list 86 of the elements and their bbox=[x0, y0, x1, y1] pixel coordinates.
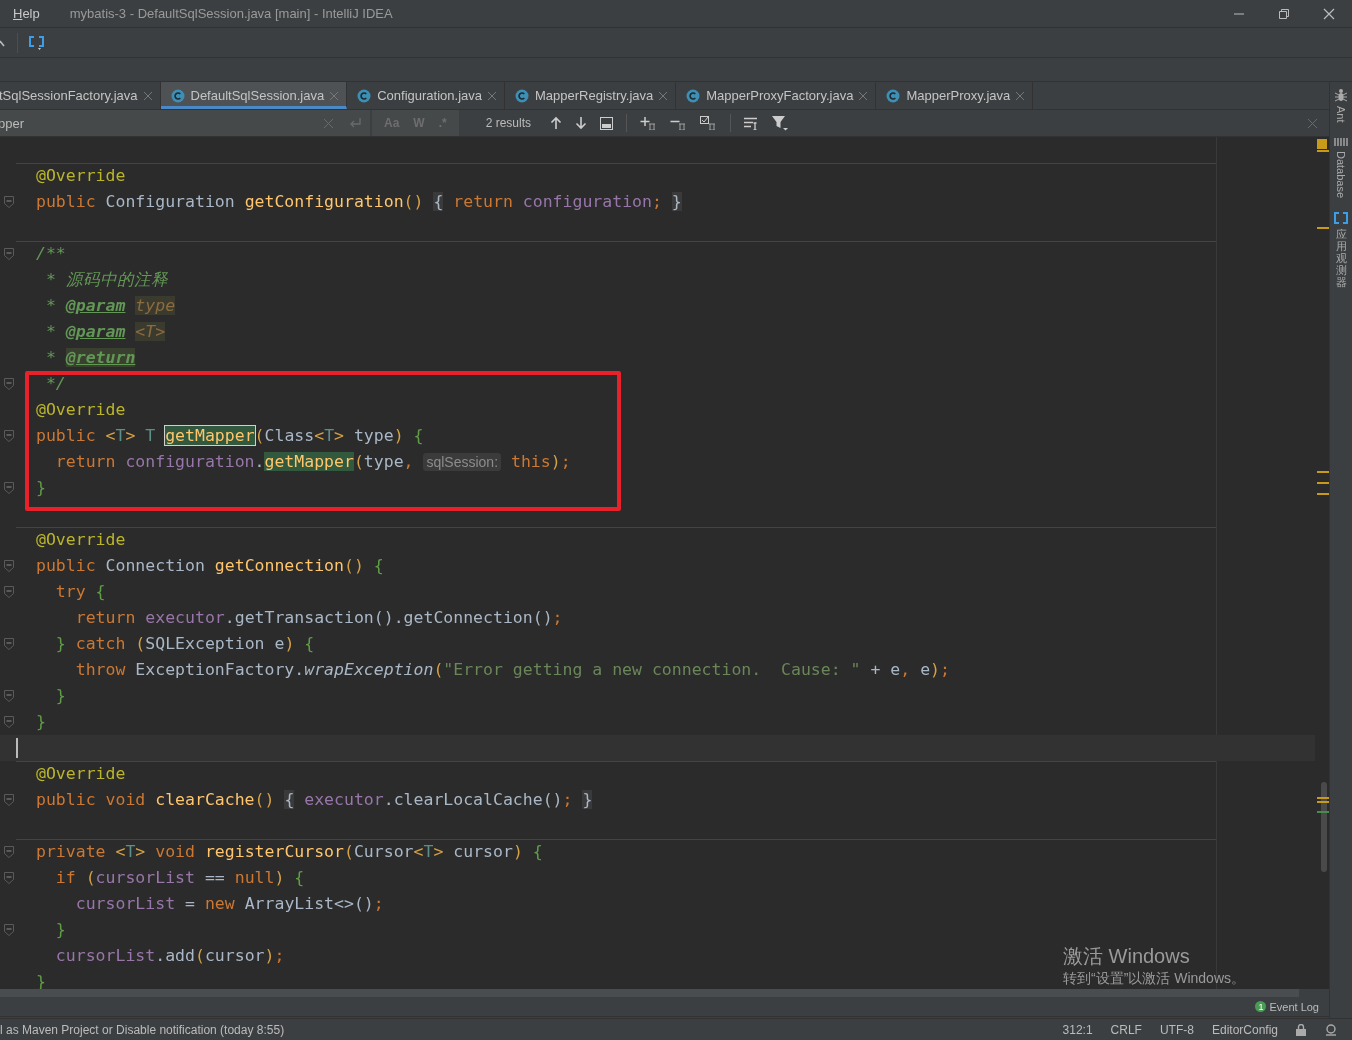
tool-window-button[interactable]: Ant bbox=[1334, 88, 1348, 123]
editor-tab[interactable]: tSqlSessionFactory.java bbox=[0, 82, 161, 109]
activation-hint: 转到“设置”以激活 Windows。 bbox=[1063, 970, 1245, 988]
bracket-icon bbox=[1334, 211, 1348, 224]
editor-tab[interactable]: MapperProxyFactory.java bbox=[676, 82, 877, 109]
results-count: 2 results bbox=[485, 116, 532, 130]
fold-marker-icon[interactable] bbox=[4, 716, 14, 728]
code-line: @Override bbox=[36, 399, 126, 421]
status-message[interactable]: l as Maven Project or Disable notification (today 8:55) bbox=[0, 1022, 285, 1037]
select-all-icon[interactable] bbox=[700, 116, 718, 130]
lines-icon[interactable] bbox=[744, 116, 760, 130]
code-line: return configuration.getMapper(type, sqlSession: this); bbox=[54, 451, 571, 473]
code-line: } bbox=[36, 971, 46, 989]
tool-window-button[interactable]: 应用观测器 bbox=[1334, 211, 1348, 289]
status-item[interactable]: CRLF bbox=[1110, 1022, 1142, 1037]
code-line: } bbox=[36, 477, 46, 499]
close-icon[interactable] bbox=[488, 91, 496, 100]
code-line: private <T> void registerCursor(Cursor<T> cursor) { bbox=[36, 841, 543, 863]
code-line: * @param <T> bbox=[44, 321, 166, 343]
arrow-up-icon[interactable] bbox=[550, 116, 563, 130]
fold-marker-icon[interactable] bbox=[4, 378, 14, 390]
restore-icon[interactable] bbox=[1278, 7, 1290, 20]
code-line: @Override bbox=[36, 165, 126, 187]
code-line: /** bbox=[36, 243, 66, 265]
tool-window-button[interactable]: Database bbox=[1334, 136, 1348, 198]
add-occurrence-icon[interactable] bbox=[640, 116, 658, 130]
fold-marker-icon[interactable] bbox=[4, 430, 14, 442]
menu-item[interactable]: Help bbox=[13, 6, 40, 21]
fold-marker-icon[interactable] bbox=[4, 248, 14, 260]
code-line: } catch (SQLException e) { bbox=[54, 633, 315, 655]
editor-tab[interactable]: MapperRegistry.java bbox=[505, 82, 677, 109]
inspector-icon[interactable] bbox=[1324, 1023, 1338, 1036]
code-line: @Override bbox=[36, 529, 126, 551]
code-line: @Override bbox=[36, 763, 126, 785]
code-line: return executor.getTransaction().getConnection(); bbox=[74, 607, 563, 629]
horizontal-scrollbar[interactable] bbox=[0, 989, 1299, 997]
close-icon[interactable] bbox=[1323, 7, 1335, 20]
fold-marker-icon[interactable] bbox=[4, 872, 14, 884]
event-log-button[interactable]: Event Log bbox=[1269, 1000, 1319, 1013]
fold-marker-icon[interactable] bbox=[4, 690, 14, 702]
newline-icon[interactable] bbox=[349, 117, 362, 129]
code-line: } bbox=[54, 919, 66, 941]
code-line: public <T> T getMapper(Class<T> type) { bbox=[36, 425, 424, 447]
code-line: public Configuration getConfiguration() { return configuration; } bbox=[36, 191, 682, 213]
close-icon[interactable] bbox=[1016, 91, 1025, 100]
fold-marker-icon[interactable] bbox=[4, 794, 14, 806]
code-line: * 源码中的注释 bbox=[44, 269, 168, 291]
window-icon[interactable] bbox=[600, 116, 614, 130]
fold-marker-icon[interactable] bbox=[4, 846, 14, 858]
fold-marker-icon[interactable] bbox=[4, 482, 14, 494]
clear-icon[interactable] bbox=[324, 118, 333, 128]
lock-icon[interactable] bbox=[1296, 1023, 1306, 1036]
fold-marker-icon[interactable] bbox=[4, 560, 14, 572]
code-line: * @return bbox=[44, 347, 136, 369]
status-item[interactable]: UTF-8 bbox=[1159, 1022, 1194, 1037]
close-icon[interactable] bbox=[143, 91, 152, 100]
code-line: */ bbox=[44, 373, 66, 395]
window-title: mybatis-3 - DefaultSqlSession.java [main] - IntelliJ IDEA bbox=[69, 6, 393, 21]
code-line: } bbox=[54, 685, 66, 707]
code-line: cursorList.add(cursor); bbox=[54, 945, 285, 967]
code-line: } bbox=[36, 711, 46, 733]
close-icon[interactable] bbox=[659, 91, 668, 100]
arrow-down-icon[interactable] bbox=[575, 116, 588, 130]
code-line: public void clearCache() { executor.clearLocalCache(); } bbox=[36, 789, 593, 811]
code-line: public Connection getConnection() { bbox=[36, 555, 384, 577]
bracket-icon[interactable] bbox=[28, 34, 46, 51]
notification-badge: 1 bbox=[1255, 1001, 1267, 1012]
fold-marker-icon[interactable] bbox=[4, 638, 14, 650]
status-item[interactable]: EditorConfig bbox=[1211, 1022, 1278, 1037]
code-line: if (cursorList == null) { bbox=[54, 867, 305, 889]
ant-icon bbox=[1334, 88, 1348, 102]
filter-icon[interactable] bbox=[772, 115, 789, 131]
editor-tab[interactable]: Configuration.java bbox=[347, 82, 505, 109]
code-line: cursorList = new ArrayList<>(); bbox=[74, 893, 384, 915]
fold-marker-icon[interactable] bbox=[4, 196, 14, 208]
status-item[interactable]: 312:1 bbox=[1062, 1022, 1093, 1037]
fold-marker-icon[interactable] bbox=[4, 924, 14, 936]
close-icon[interactable] bbox=[859, 91, 868, 100]
editor-tab[interactable]: MapperProxy.java bbox=[876, 82, 1034, 109]
fold-marker-icon[interactable] bbox=[4, 586, 14, 598]
activation-title: 激活 Windows bbox=[1063, 944, 1191, 969]
code-line: try { bbox=[54, 581, 106, 603]
code-line: * @param type bbox=[44, 295, 176, 317]
editor-tab[interactable]: DefaultSqlSession.java bbox=[160, 82, 348, 109]
code-line: throw ExceptionFactory.wrapException("Error getting a new connection. Cause: " + e, e); bbox=[74, 659, 950, 681]
database-icon bbox=[1334, 136, 1348, 147]
